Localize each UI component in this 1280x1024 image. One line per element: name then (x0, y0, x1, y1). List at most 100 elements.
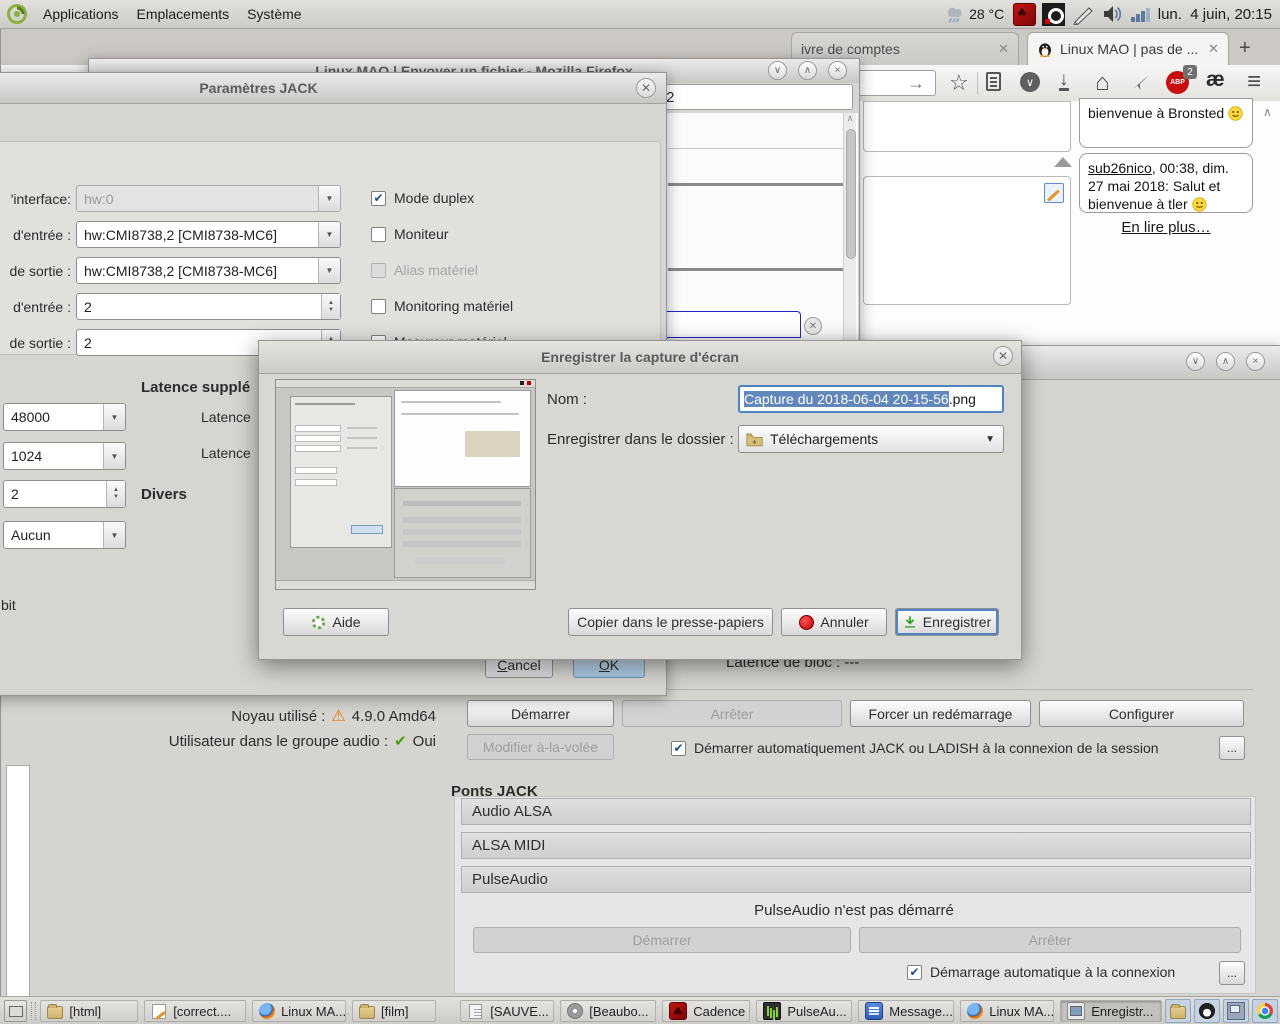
dialog-titlebar[interactable]: Enregistrer la capture d'écran (259, 341, 1021, 374)
checkbox-label: Alias matériel (394, 262, 479, 278)
launcher-files-icon[interactable] (1165, 999, 1191, 1023)
duplex-checkbox[interactable]: ✔ (371, 190, 386, 206)
cancel-button[interactable]: Annuler (781, 608, 887, 636)
copy-clipboard-button[interactable]: Copier dans le presse-papiers (568, 608, 773, 636)
hw-monitoring-checkbox[interactable]: ✔ (371, 298, 386, 314)
save-button[interactable]: Enregistrer (895, 608, 999, 636)
scrollbar-thumb[interactable] (846, 129, 856, 259)
input-channels-spinner[interactable]: 2 ▲ ▼ (76, 293, 341, 320)
pocket-icon[interactable]: ∨ (1020, 72, 1040, 92)
extension-ae-icon[interactable]: æ (1206, 68, 1225, 92)
clear-field-icon[interactable]: ✕ (804, 317, 822, 335)
task-firefox-2[interactable]: Linux MA... (960, 1000, 1055, 1022)
close-icon[interactable]: × (828, 61, 847, 80)
dialog-titlebar[interactable]: Paramètres JACK (0, 73, 666, 104)
output-device-combo[interactable]: hw:CMI8738,2 [CMI8738-MC6] ▼ (76, 257, 341, 284)
samplerate-combo[interactable]: 48000 ▼ (3, 403, 126, 431)
jack-force-restart-button[interactable]: Forcer un redémarrage (850, 700, 1031, 727)
go-arrow-icon[interactable]: → (907, 73, 925, 94)
close-icon[interactable]: × (1246, 352, 1265, 371)
edit-pencil-icon[interactable] (1044, 183, 1064, 203)
jack-switch-master-button[interactable]: Modifier à-la-volée (467, 734, 614, 760)
bridge-alsa-audio[interactable]: Audio ALSA (461, 798, 1251, 825)
menu-emplacements[interactable]: Emplacements (137, 6, 230, 22)
periods-spinner[interactable]: 2 ▲ ▼ (3, 480, 126, 508)
pulseaudio-auto-checkbox[interactable]: ✔ (907, 964, 922, 980)
spinner-arrows-icon[interactable]: ▲▼ (321, 294, 340, 319)
save-folder-dropdown[interactable]: Téléchargements ▼ (738, 425, 1004, 453)
bookmarks-icon[interactable] (986, 72, 1001, 91)
combo-value: hw:0 (84, 190, 114, 207)
monitor-checkbox[interactable]: ✔ (371, 226, 386, 242)
pulseaudio-options-button[interactable]: ... (1219, 961, 1245, 985)
launcher-chrome-icon[interactable] (1252, 999, 1278, 1023)
bridge-label: PulseAudio (472, 871, 548, 888)
help-button[interactable]: Aide (283, 608, 389, 636)
tray-cadence-icon[interactable] (1013, 2, 1037, 26)
tray-screenshot-pen-icon[interactable] (1071, 3, 1095, 25)
launcher-workspaces-icon[interactable] (1223, 999, 1249, 1023)
tab-close-icon[interactable]: ✕ (1208, 41, 1219, 57)
spinner-arrows-icon[interactable]: ▲▼ (106, 481, 125, 507)
send-tab-icon[interactable] (1131, 73, 1150, 92)
input-device-combo[interactable]: hw:CMI8738,2 [CMI8738-MC6] ▼ (76, 221, 341, 248)
alias-checkbox[interactable]: ✔ (371, 262, 386, 278)
pulseaudio-start-button[interactable]: Démarrer (473, 927, 851, 953)
task-film[interactable]: [film] (352, 1000, 437, 1022)
interface-combo[interactable]: hw:0 ▼ (76, 185, 341, 212)
task-enregistrer[interactable]: Enregistr... (1060, 1000, 1162, 1022)
tray-volume-icon[interactable] (1101, 4, 1125, 24)
buffer-size-combo[interactable]: 1024 ▼ (3, 442, 126, 470)
bridge-pulseaudio[interactable]: PulseAudio (461, 866, 1251, 893)
home-icon[interactable]: ⌂ (1095, 69, 1110, 97)
dither-combo[interactable]: Aucun ▼ (3, 521, 126, 549)
filename-input[interactable]: Capture du 2018-06-04 20-15-56 .png (738, 385, 1004, 413)
minimize-icon[interactable]: ∨ (1186, 352, 1205, 371)
task-html[interactable]: [html] (40, 1000, 139, 1022)
jack-stop-button[interactable]: Arrêter (622, 700, 842, 727)
output-device-label: de sortie : (9, 263, 71, 279)
read-more-link[interactable]: En lire plus… (1091, 219, 1241, 236)
launcher-tux-icon[interactable] (1194, 999, 1220, 1023)
task-sauve[interactable]: [SAUVE... (460, 1000, 555, 1022)
clock-label[interactable]: lun. 4 juin, 20:15 (1158, 6, 1272, 23)
close-icon[interactable]: ✕ (636, 78, 656, 98)
tab-close-icon[interactable]: ✕ (998, 41, 1009, 57)
menu-systeme[interactable]: Système (247, 6, 301, 22)
task-cadence[interactable]: Cadence (662, 1000, 751, 1022)
task-correct[interactable]: [correct.... (144, 1000, 247, 1022)
autostart-checkbox[interactable]: ✔ (671, 740, 686, 756)
jack-configure-button[interactable]: Configurer (1039, 700, 1244, 727)
collapse-triangle-icon[interactable] (1054, 157, 1072, 167)
chat-username-link[interactable]: sub26nico (1088, 160, 1152, 176)
pulseaudio-stop-button[interactable]: Arrêter (859, 927, 1241, 953)
task-firefox-1[interactable]: Linux MA... (252, 1000, 347, 1022)
chevron-down-icon: ▼ (318, 222, 340, 247)
downloads-icon[interactable]: ↓ (1059, 70, 1069, 91)
scroll-up-icon[interactable]: ∧ (1263, 105, 1272, 119)
scroll-up-icon[interactable]: ∧ (844, 113, 856, 124)
weather-icon[interactable] (944, 4, 966, 24)
menu-hamburger-icon[interactable]: ≡ (1247, 68, 1261, 96)
distro-menu-icon[interactable] (6, 3, 28, 25)
new-tab-button[interactable]: + (1239, 37, 1251, 60)
close-icon[interactable]: ✕ (993, 346, 1013, 366)
bridge-alsa-midi[interactable]: ALSA MIDI (461, 832, 1251, 859)
maximize-icon[interactable]: ∧ (798, 61, 817, 80)
jack-start-button[interactable]: Démarrer (467, 700, 614, 727)
task-beaubo[interactable]: [Beaubo... (560, 1000, 657, 1022)
tab-linuxmao-active[interactable]: Linux MAO | pas de ... ✕ (1027, 32, 1229, 65)
chevron-down-icon: ▼ (103, 443, 125, 469)
misc-group-label: Divers (141, 486, 187, 503)
tray-record-icon[interactable] (1042, 2, 1066, 26)
maximize-icon[interactable]: ∧ (1216, 352, 1235, 371)
task-pulseaudio[interactable]: PulseAu... (756, 1000, 853, 1022)
menu-applications[interactable]: Applications (43, 6, 119, 22)
bookmark-star-icon[interactable]: ☆ (949, 70, 969, 96)
tray-network-signal-icon[interactable] (1131, 6, 1150, 22)
autostart-options-button[interactable]: ... (1219, 736, 1245, 760)
show-desktop-button[interactable] (4, 1000, 28, 1022)
folder-icon (746, 433, 763, 446)
minimize-icon[interactable]: ∨ (768, 61, 787, 80)
task-messagerie[interactable]: Message... (858, 1000, 955, 1022)
